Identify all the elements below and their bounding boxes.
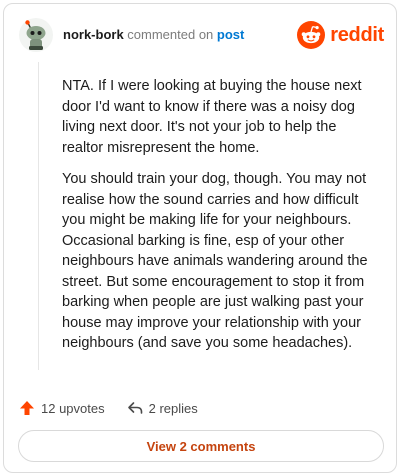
- username-link[interactable]: nork-bork: [63, 27, 124, 42]
- reddit-wordmark: reddit: [330, 23, 384, 46]
- post-link[interactable]: post: [217, 27, 244, 42]
- comment-paragraph: NTA. If I were looking at buying the hou…: [62, 78, 362, 156]
- snoo-avatar-icon[interactable]: [19, 18, 53, 52]
- reply-arrow-icon: [127, 402, 142, 414]
- upvote-button[interactable]: 12 upvotes: [19, 400, 105, 416]
- upvote-count: 12 upvotes: [41, 400, 105, 416]
- comment-paragraph: You should train your dog, though. You m…: [62, 171, 368, 351]
- replies-button[interactable]: 2 replies: [127, 400, 198, 416]
- reply-count: 2 replies: [148, 400, 198, 416]
- view-comments-button[interactable]: View 2 comments: [18, 430, 384, 462]
- comment-meta: nork-bork commented on post: [63, 27, 244, 42]
- reddit-brand[interactable]: reddit: [297, 20, 384, 50]
- comment-actions: 12 upvotes 2 replies: [19, 397, 198, 419]
- comment-header: nork-bork commented on post reddit: [19, 18, 384, 54]
- thread-line: [38, 62, 39, 370]
- action-text: commented on: [127, 27, 214, 42]
- upvote-arrow-icon: [20, 401, 34, 415]
- comment-body: NTA. If I were looking at buying the hou…: [62, 76, 372, 365]
- reddit-logo-icon: [297, 21, 326, 49]
- comment-card: nork-bork commented on post reddit NTA. …: [3, 3, 397, 473]
